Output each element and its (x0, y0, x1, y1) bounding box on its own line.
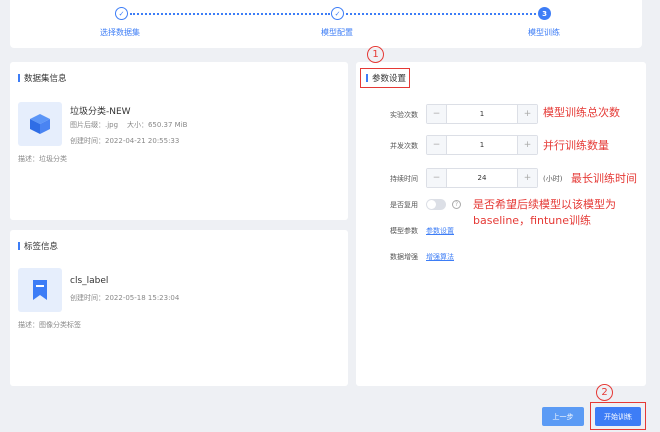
dataset-card-title-text: 数据集信息 (24, 74, 67, 84)
experiments-stepper: − 1 + (426, 104, 538, 124)
duration-annotation: 最长训练时间 (571, 172, 637, 185)
dataset-meta: 图片后缀：.jpg 大小：650.37 MiB (70, 121, 188, 129)
annotation-circle-2: 2 (596, 384, 613, 401)
reuse-annotation-line2: baseline，fintune训练 (473, 214, 591, 227)
step-3-indicator: 3 (538, 7, 551, 20)
step-2-label[interactable]: 模型配置 (321, 27, 353, 38)
duration-input[interactable]: 24 (447, 169, 517, 187)
progress-stepper: ✓ ✓ 3 选择数据集 模型配置 模型训练 (10, 0, 642, 48)
concurrency-decrement-button[interactable]: − (427, 136, 447, 154)
concurrency-increment-button[interactable]: + (517, 136, 537, 154)
label-card-title-text: 标签信息 (24, 242, 59, 252)
concurrency-stepper: − 1 + (426, 135, 538, 155)
experiments-annotation: 模型训练总次数 (543, 106, 620, 119)
help-icon[interactable]: ? (452, 200, 461, 209)
step-1-check-icon: ✓ (115, 7, 128, 20)
step-connector-2 (346, 13, 536, 15)
label-desc: 描述：图像分类标签 (18, 321, 81, 329)
reuse-label: 是否复用 (390, 201, 418, 209)
dataset-created: 创建时间：2022-04-21 20:55:33 (70, 137, 180, 145)
experiments-input[interactable]: 1 (447, 105, 517, 123)
step-connector-1 (130, 13, 330, 15)
reuse-toggle[interactable] (426, 199, 446, 210)
duration-increment-button[interactable]: + (517, 169, 537, 187)
dataset-name: 垃圾分类-NEW (70, 107, 131, 117)
params-title: 参数设置 (360, 68, 410, 88)
duration-label: 持续时间 (390, 175, 418, 183)
bookmark-icon (18, 268, 62, 312)
label-name: cls_label (70, 276, 109, 286)
dataset-desc: 描述：垃圾分类 (18, 155, 67, 163)
prev-step-button[interactable]: 上一步 (542, 407, 584, 426)
start-training-button[interactable]: 开始训练 (595, 407, 641, 426)
reuse-annotation-line1: 是否希望后续模型以该模型为 (473, 198, 616, 211)
duration-stepper: − 24 + (426, 168, 538, 188)
duration-unit: (小时) (543, 175, 563, 183)
augment-label: 数据增强 (390, 253, 418, 261)
model-params-link[interactable]: 参数设置 (426, 226, 454, 236)
experiments-increment-button[interactable]: + (517, 105, 537, 123)
concurrency-label: 并发次数 (390, 142, 418, 150)
step-1-label[interactable]: 选择数据集 (100, 27, 140, 38)
augment-link[interactable]: 增强算法 (426, 252, 454, 262)
concurrency-annotation: 并行训练数量 (543, 139, 609, 152)
experiments-decrement-button[interactable]: − (427, 105, 447, 123)
cube-icon (18, 102, 62, 146)
label-created: 创建时间：2022-05-18 15:23:04 (70, 294, 180, 302)
dataset-card-title: 数据集信息 (18, 72, 67, 84)
step-3-label[interactable]: 模型训练 (528, 27, 560, 38)
params-title-text: 参数设置 (372, 74, 407, 84)
concurrency-input[interactable]: 1 (447, 136, 517, 154)
experiments-label: 实验次数 (390, 111, 418, 119)
step-2-check-icon: ✓ (331, 7, 344, 20)
label-info-card: 标签信息 cls_label 创建时间：2022-05-18 15:23:04 … (10, 230, 348, 386)
dataset-info-card: 数据集信息 垃圾分类-NEW 图片后缀：.jpg 大小：650.37 MiB 创… (10, 62, 348, 220)
annotation-circle-1: 1 (367, 46, 384, 63)
duration-decrement-button[interactable]: − (427, 169, 447, 187)
label-card-title: 标签信息 (18, 240, 58, 252)
model-params-label: 模型参数 (390, 227, 418, 235)
